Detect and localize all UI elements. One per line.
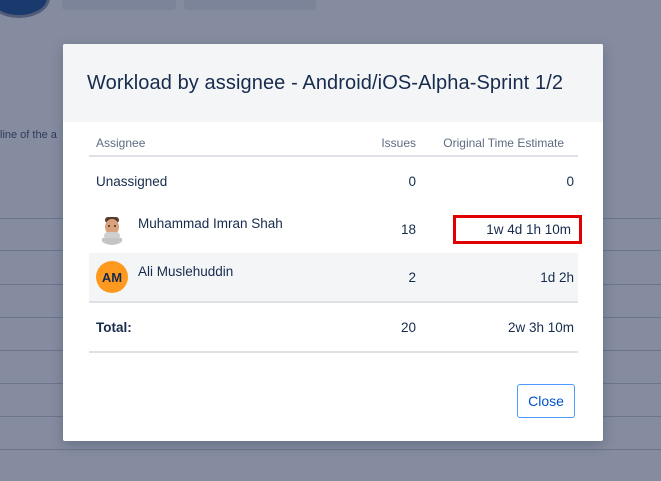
- table-row: Unassigned 0 0: [89, 156, 578, 205]
- time-estimate: 0: [566, 173, 574, 189]
- table-row: AM Ali Muslehuddin 2 1d 2h: [89, 253, 578, 303]
- total-issues: 20: [358, 302, 420, 353]
- assignee-name: Ali Muslehuddin: [138, 263, 234, 279]
- total-time-estimate: 2w 3h 10m: [420, 302, 578, 353]
- column-header-time-estimate: Original Time Estimate: [420, 130, 578, 157]
- table-row: Muhammad Imran Shah 18 1w 4d 1h 10m: [89, 205, 582, 253]
- issues-count: 2: [358, 253, 420, 303]
- close-button[interactable]: Close: [517, 384, 575, 418]
- highlighted-time-estimate: 1w 4d 1h 10m: [453, 214, 582, 244]
- workload-table: Assignee Issues Original Time Estimate U…: [89, 130, 582, 353]
- assignee-name: Unassigned: [96, 173, 168, 189]
- table-header-row: Assignee Issues Original Time Estimate: [89, 130, 578, 157]
- assignee-name: Muhammad Imran Shah: [138, 215, 283, 231]
- total-label: Total:: [89, 302, 358, 353]
- issues-count: 0: [408, 173, 416, 189]
- time-estimate: 1d 2h: [420, 253, 578, 303]
- workload-dialog: Workload by assignee - Android/iOS-Alpha…: [63, 44, 603, 441]
- dialog-title: Workload by assignee - Android/iOS-Alpha…: [87, 71, 564, 94]
- column-header-assignee: Assignee: [89, 130, 358, 157]
- dialog-header: Workload by assignee - Android/iOS-Alpha…: [63, 44, 603, 122]
- memoji-avatar: [96, 213, 128, 245]
- issues-count: 18: [400, 221, 416, 237]
- column-header-issues: Issues: [358, 130, 420, 157]
- total-row: Total: 20 2w 3h 10m: [89, 302, 578, 353]
- avatar: AM: [96, 261, 128, 293]
